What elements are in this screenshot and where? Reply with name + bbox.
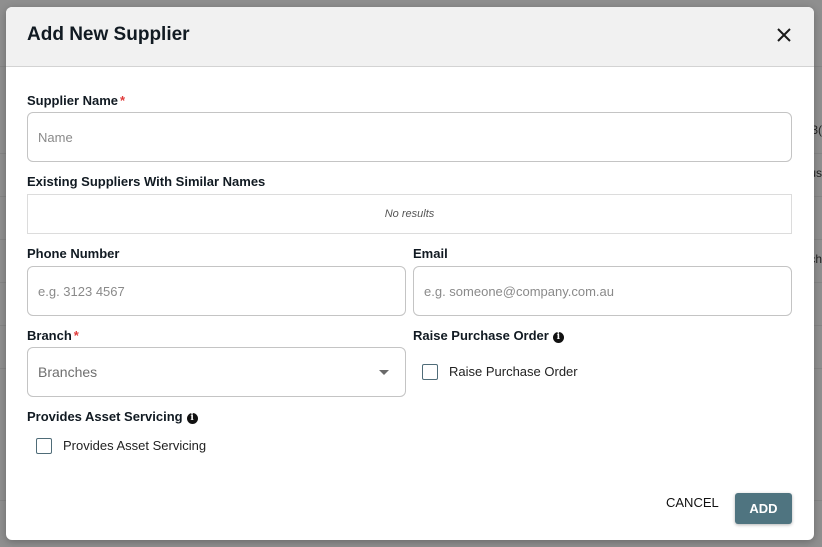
dialog-title: Add New Supplier [27, 24, 190, 45]
branch-select[interactable]: Branches [27, 347, 406, 397]
required-mark: * [73, 328, 79, 343]
add-button[interactable]: ADD [735, 493, 792, 524]
similar-names-list: No results [27, 194, 792, 234]
phone-input[interactable] [27, 266, 406, 316]
dialog-header: Add New Supplier [6, 7, 814, 67]
branch-select-value: Branches [38, 364, 98, 380]
similar-names-label: Existing Suppliers With Similar Names [27, 174, 266, 189]
asset-servicing-checkbox[interactable] [36, 438, 52, 454]
close-button[interactable] [774, 25, 794, 45]
asset-servicing-label-text: Provides Asset Servicing [27, 409, 183, 424]
caret-down-icon [379, 370, 389, 375]
add-supplier-dialog: Add New Supplier Supplier Name* Existing… [6, 7, 814, 540]
raise-po-label-text: Raise Purchase Order [413, 328, 549, 343]
no-results-text: No results [384, 208, 435, 220]
info-icon[interactable]: i [552, 332, 564, 343]
email-label: Email [413, 246, 448, 261]
branch-label: Branch * [27, 328, 79, 343]
phone-label: Phone Number [27, 246, 120, 261]
asset-servicing-label: Provides Asset Servicing i [27, 409, 198, 424]
info-icon[interactable]: i [186, 413, 198, 424]
branch-label-text: Branch [27, 328, 72, 343]
raise-po-label: Raise Purchase Order i [413, 328, 564, 343]
supplier-name-input[interactable] [27, 112, 792, 162]
supplier-name-label-text: Supplier Name [27, 93, 119, 108]
email-input[interactable] [413, 266, 792, 316]
raise-po-checkbox-label[interactable]: Raise Purchase Order [449, 364, 578, 379]
cancel-button[interactable]: CANCEL [666, 495, 719, 510]
raise-po-checkbox[interactable] [422, 364, 438, 380]
close-icon [777, 28, 791, 42]
asset-servicing-checkbox-label[interactable]: Provides Asset Servicing [63, 438, 206, 453]
supplier-name-label: Supplier Name * [27, 93, 125, 108]
required-mark: * [120, 93, 126, 108]
